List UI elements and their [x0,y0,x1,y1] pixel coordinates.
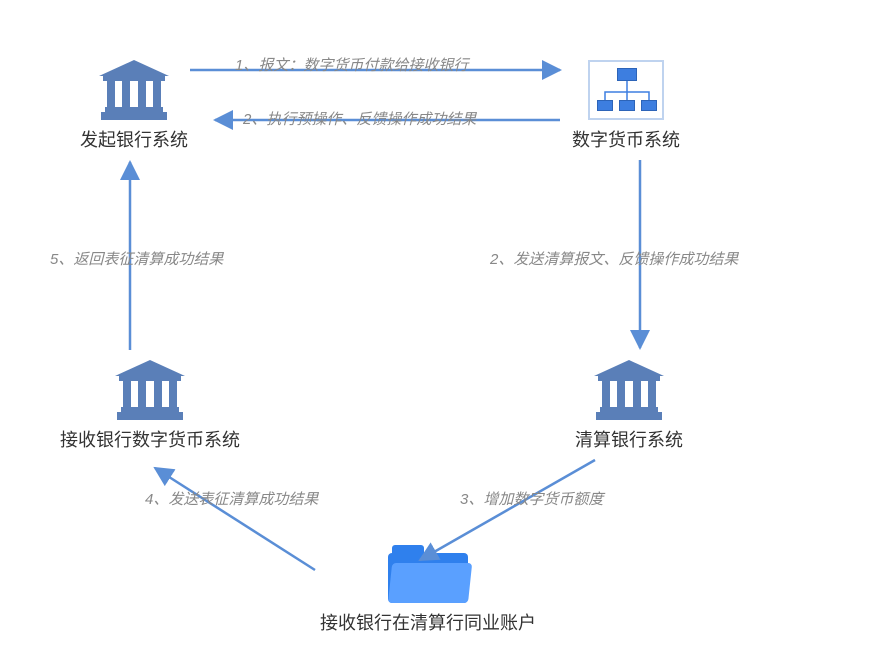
arrow-e4 [155,468,315,570]
edge-label-e4: 4、发送表征清算成功结果 [145,488,318,509]
node-digital-currency-system: 数字货币系统 [572,60,680,152]
bank-icon [594,360,664,420]
bank-icon [99,60,169,120]
edge-label-e2b: 2、发送清算报文、反馈操作成功结果 [490,248,738,269]
node-origin-bank: 发起银行系统 [80,60,188,152]
node-receiving-bank-account: 接收银行在清算行同业账户 [320,545,536,635]
edge-label-e1: 1、报文：数字货币付款给接收银行 [235,54,468,75]
node-label: 数字货币系统 [572,126,680,152]
edge-label-e5: 5、返回表征清算成功结果 [50,248,223,269]
folder-icon [388,545,468,603]
node-clearing-bank: 清算银行系统 [575,360,683,452]
node-label: 清算银行系统 [575,426,683,452]
edge-label-e2a: 2、执行预操作、反馈操作成功结果 [243,108,476,129]
node-label: 接收银行数字货币系统 [60,426,240,452]
node-receiving-bank-system: 接收银行数字货币系统 [60,360,240,452]
node-label: 接收银行在清算行同业账户 [320,609,536,635]
bank-icon [115,360,185,420]
org-chart-icon [588,60,664,120]
edge-label-e3: 3、增加数字货币额度 [460,488,603,509]
node-label: 发起银行系统 [80,126,188,152]
